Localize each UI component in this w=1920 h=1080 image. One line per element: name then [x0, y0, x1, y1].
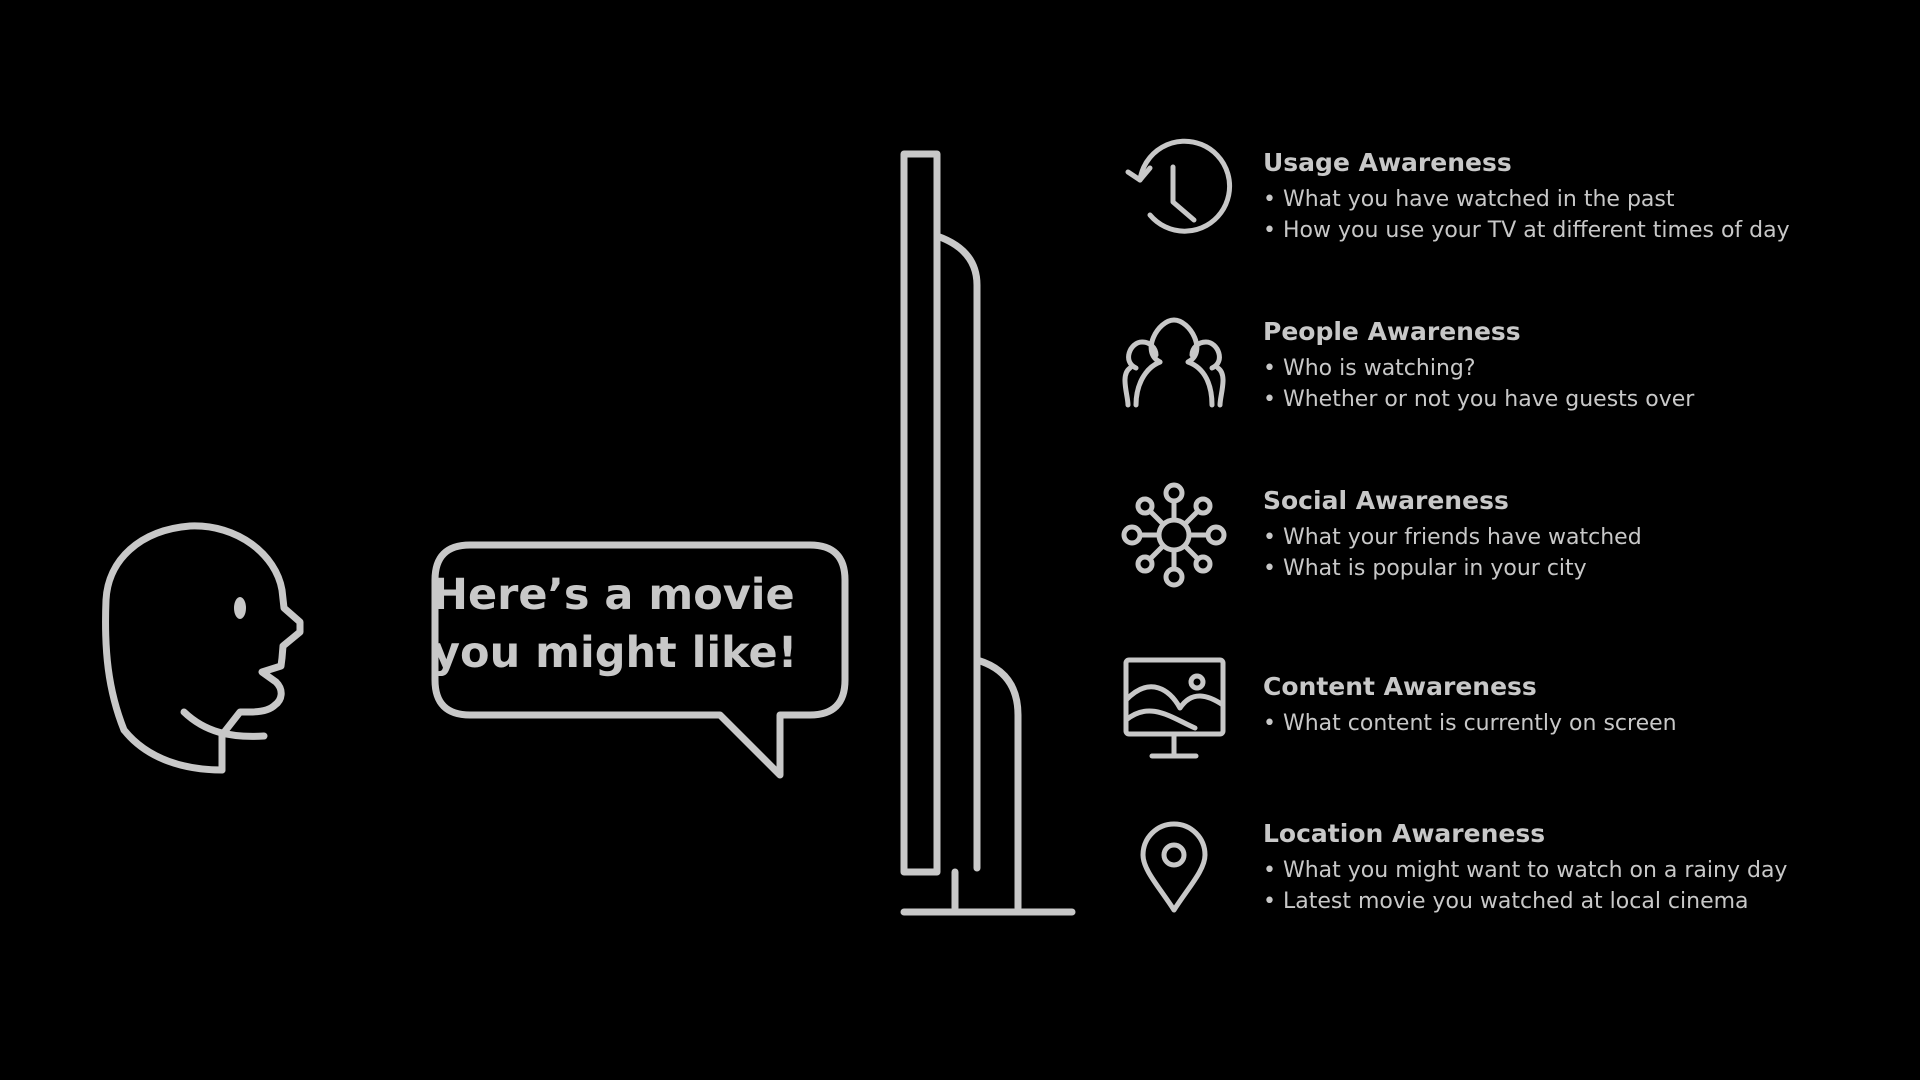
social-awareness-item: Social Awareness What your friends have …	[1263, 484, 1883, 584]
speech-bubble-line: you might like!	[432, 628, 798, 678]
content-awareness-title: Content Awareness	[1263, 672, 1537, 701]
content-awareness-points: What content is currently on screen	[1263, 708, 1883, 739]
diagram-canvas: Here’s a movie you might like! Usage Awa…	[0, 0, 1920, 1080]
social-awareness-points: What your friends have watched What is p…	[1263, 522, 1883, 584]
content-awareness-item: Content Awareness What content is curren…	[1263, 670, 1883, 739]
speech-bubble-text: Here’s a movie you might like!	[432, 566, 852, 682]
list-item: Latest movie you watched at local cinema	[1263, 886, 1883, 917]
list-item: What content is currently on screen	[1263, 708, 1883, 739]
people-awareness-points: Who is watching? Whether or not you have…	[1263, 353, 1883, 415]
clock-history-icon	[1125, 138, 1233, 234]
usage-awareness-title: Usage Awareness	[1263, 148, 1512, 177]
location-awareness-title: Location Awareness	[1263, 819, 1546, 848]
list-item: How you use your TV at different times o…	[1263, 215, 1883, 246]
speech-bubble-line: Here’s a movie	[432, 570, 795, 620]
people-awareness-item: People Awareness Who is watching? Whethe…	[1263, 315, 1883, 415]
list-item: What you have watched in the past	[1263, 184, 1883, 215]
location-pin-icon	[1140, 821, 1208, 913]
network-icon	[1121, 482, 1227, 588]
tv-side-profile-icon	[900, 150, 1076, 916]
usage-awareness-points: What you have watched in the past How yo…	[1263, 184, 1883, 246]
list-item: What your friends have watched	[1263, 522, 1883, 553]
list-item: Whether or not you have guests over	[1263, 384, 1883, 415]
location-awareness-points: What you might want to watch on a rainy …	[1263, 855, 1883, 917]
people-icon	[1122, 317, 1226, 408]
list-item: What you might want to watch on a rainy …	[1263, 855, 1883, 886]
monitor-image-icon	[1123, 657, 1226, 759]
usage-awareness-item: Usage Awareness What you have watched in…	[1263, 146, 1883, 246]
people-awareness-title: People Awareness	[1263, 317, 1521, 346]
location-awareness-item: Location Awareness What you might want t…	[1263, 817, 1883, 917]
head-profile-icon	[102, 522, 304, 774]
social-awareness-title: Social Awareness	[1263, 486, 1509, 515]
list-item: Who is watching?	[1263, 353, 1883, 384]
list-item: What is popular in your city	[1263, 553, 1883, 584]
